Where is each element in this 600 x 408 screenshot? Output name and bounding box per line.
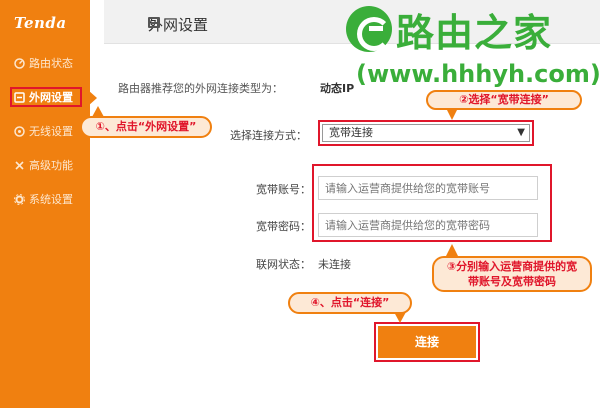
sidebar-item-label: 路由状态 <box>29 57 73 70</box>
watermark-logo-icon <box>346 6 392 52</box>
account-label: 宽带账号： <box>256 183 311 196</box>
tools-icon <box>14 160 25 171</box>
active-item-highlight <box>10 87 82 107</box>
network-icon <box>148 17 160 28</box>
gauge-icon <box>14 57 25 69</box>
watermark-url: (www.hhhyh.com) <box>356 60 600 88</box>
callout-pointer <box>446 244 458 256</box>
tenda-logo: Tenda <box>14 14 67 32</box>
recommend-value: 动态IP <box>320 82 355 95</box>
callout-pointer <box>446 108 458 120</box>
sidebar-item-label: 高级功能 <box>29 159 73 172</box>
connection-type-label: 选择连接方式： <box>230 129 307 142</box>
sidebar-item-label: 系统设置 <box>29 193 73 206</box>
callout-pointer <box>394 312 406 323</box>
select-highlight-box <box>318 120 534 146</box>
sidebar-item-label: 无线设置 <box>29 125 73 138</box>
sidebar-item-system-settings[interactable]: 系统设置 <box>0 188 90 210</box>
status-label: 联网状态： <box>256 258 311 271</box>
gear-icon <box>14 193 25 205</box>
wifi-icon <box>14 125 25 137</box>
inputs-highlight-box <box>312 164 552 242</box>
callout-step3-line2: 带账号及宽带密码 <box>468 275 556 288</box>
callout-step2: ②选择“宽带连接” <box>426 90 582 110</box>
callout-step1: ①、点击“外网设置” <box>80 116 212 138</box>
sidebar-item-advanced[interactable]: 高级功能 <box>0 154 90 176</box>
callout-step4: ④、点击“连接” <box>288 292 412 314</box>
watermark-name: 路由之家 <box>396 11 553 55</box>
recommend-label: 路由器推荐您的外网连接类型为： <box>118 82 283 95</box>
sidebar-item-wireless-settings[interactable]: 无线设置 <box>0 120 90 142</box>
callout-step3-line1: ③分别输入运营商提供的宽 <box>446 260 578 273</box>
status-value: 未连接 <box>318 258 351 271</box>
callout-step3: ③分别输入运营商提供的宽 带账号及宽带密码 <box>432 256 592 292</box>
connect-highlight-box <box>374 322 480 362</box>
sidebar: Tenda 路由状态 外网设置 无线设置 高级功能 系统设置 <box>0 0 90 408</box>
password-label: 宽带密码： <box>256 220 311 233</box>
sidebar-item-router-status[interactable]: 路由状态 <box>0 52 90 74</box>
active-indicator-arrow <box>88 90 97 106</box>
